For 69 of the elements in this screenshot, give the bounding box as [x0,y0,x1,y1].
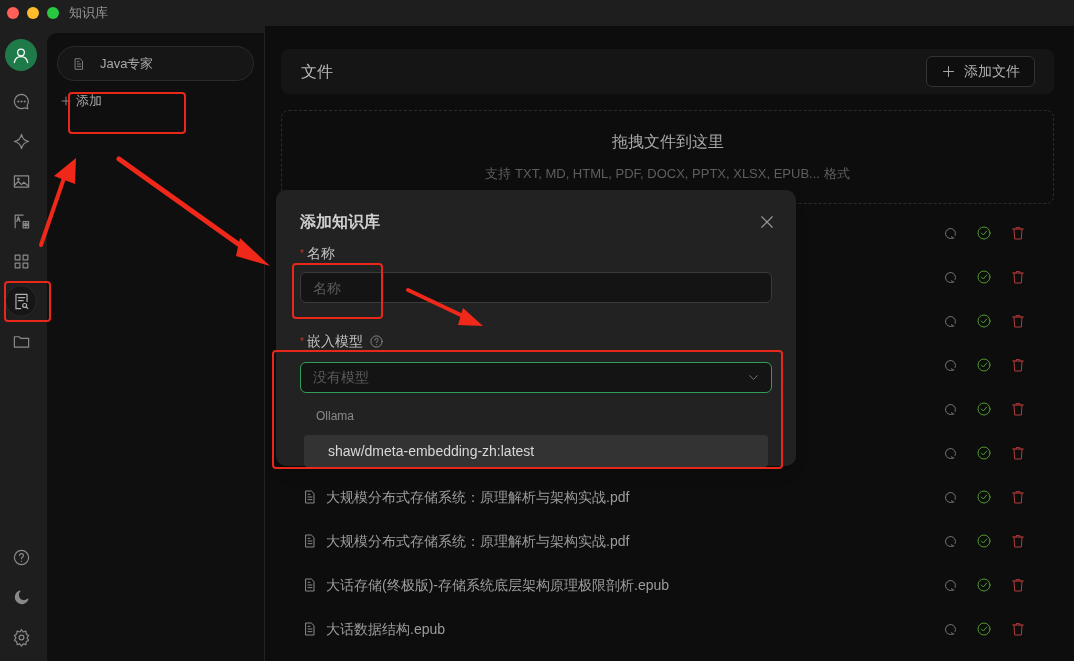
file-name: 大规模分布式存储系统：原理解析与架构实战.pdf [326,531,630,551]
trash-icon[interactable] [1010,225,1026,241]
minimize-window-button[interactable] [27,7,39,19]
trash-icon[interactable] [1010,577,1026,593]
refresh-icon[interactable] [943,621,958,637]
required-mark: * [300,247,304,261]
check-circle-icon [976,357,992,373]
avatar-button[interactable] [5,39,37,71]
field-label: 嵌入模型 [306,332,363,351]
drop-zone-hint: 支持 TXT, MD, HTML, PDF, DOCX, PPTX, XLSX, EPUB... 格式 [485,165,850,184]
knowledge-base-item[interactable]: Java专家 [57,46,254,81]
knowledge-base-name: Java专家 [100,54,154,73]
check-circle-icon [976,621,992,637]
trash-icon[interactable] [1010,445,1026,461]
close-icon[interactable] [758,213,776,231]
chat-icon [11,91,31,111]
file-icon [302,621,318,637]
refresh-icon[interactable] [943,489,958,505]
refresh-icon[interactable] [943,533,958,549]
trash-icon[interactable] [1010,533,1026,549]
refresh-icon[interactable] [943,313,958,329]
sidebar-item[interactable] [5,285,37,317]
check-circle-icon [976,269,992,285]
refresh-icon[interactable] [943,401,958,417]
check-circle-icon [976,313,992,329]
check-circle-icon [976,577,992,593]
dropdown-option[interactable]: shaw/dmeta-embedding-zh:latest [304,435,768,467]
file-name: 大话存储(终极版)-存储系统底层架构原理极限剖析.epub [326,575,670,595]
trash-icon[interactable] [1010,401,1026,417]
add-file-button[interactable]: 添加文件 [926,56,1035,87]
trash-icon[interactable] [1010,357,1026,373]
check-circle-icon [976,533,992,549]
refresh-icon[interactable] [943,577,958,593]
field-label: 名称 [306,244,335,263]
name-input[interactable]: 名称 [300,272,772,303]
trash-icon[interactable] [1010,621,1026,637]
check-circle-icon [976,445,992,461]
settings-icon[interactable] [11,627,31,647]
add-button[interactable]: 添加 [60,91,102,111]
trash-icon[interactable] [1010,489,1026,505]
required-mark: * [300,335,304,349]
help-icon[interactable] [11,547,31,567]
refresh-icon[interactable] [943,269,958,285]
refresh-icon[interactable] [943,225,958,241]
annotation-box [4,281,51,322]
check-circle-icon [976,225,992,241]
check-circle-icon [976,401,992,417]
file-name: 大话数据结构.epub [326,619,446,639]
file-icon [302,577,318,593]
refresh-icon[interactable] [943,445,958,461]
check-circle-icon [976,489,992,505]
refresh-icon[interactable] [943,357,958,373]
trash-icon[interactable] [1010,269,1026,285]
trash-icon[interactable] [1010,313,1026,329]
zoom-window-button[interactable] [47,7,59,19]
dialog-title: 添加知识库 [300,212,380,232]
window-title: 知识库 [69,4,108,23]
file-name: 大规模分布式存储系统：原理解析与架构实战.pdf [326,487,630,507]
option-group-label: Ollama [315,408,355,425]
drop-zone-title: 拖拽文件到这里 [611,132,724,153]
plus-icon [941,64,956,79]
close-window-button[interactable] [7,7,19,19]
select-placeholder: 没有模型 [313,368,369,387]
help-icon [368,334,384,349]
section-title: 文件 [301,61,333,82]
file-icon [302,533,318,549]
file-icon [72,56,86,71]
file-icon [302,489,318,505]
sparkle-icon [11,131,31,151]
